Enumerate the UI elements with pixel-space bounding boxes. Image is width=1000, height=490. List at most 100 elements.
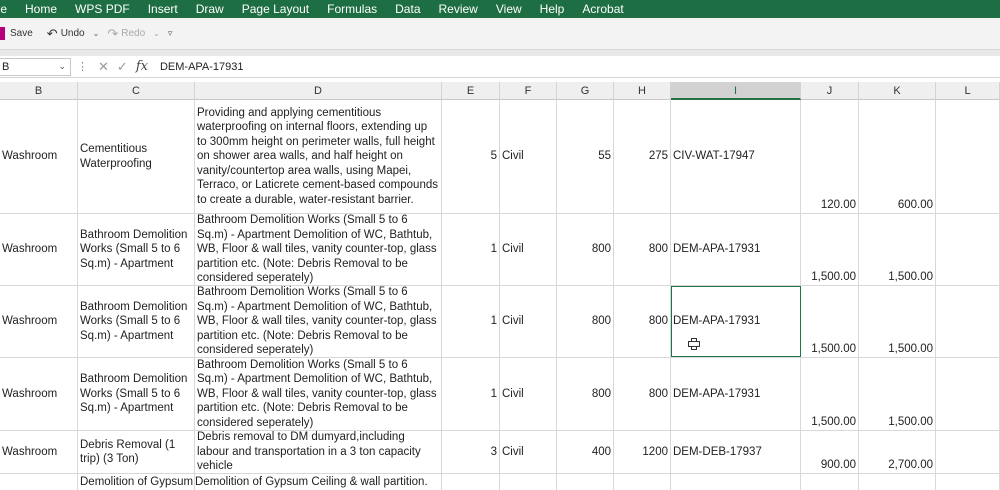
menu-item-data[interactable]: Data — [386, 0, 429, 18]
column-header-d[interactable]: D — [195, 82, 442, 100]
cancel-icon[interactable]: ✕ — [98, 59, 109, 75]
cell-c[interactable]: Bathroom Demolition Works (Small 5 to 6 … — [78, 214, 195, 285]
cell-j[interactable]: 900.00 — [801, 431, 859, 473]
cell-e[interactable]: 5 — [442, 100, 500, 213]
cell-c[interactable]: Bathroom Demolition Works (Small 5 to 6 … — [78, 358, 195, 430]
column-header-h[interactable]: H — [614, 82, 671, 100]
menu-item-review[interactable]: Review — [430, 0, 487, 18]
cell-l[interactable] — [936, 358, 1000, 430]
column-header-f[interactable]: F — [500, 82, 557, 100]
menu-item-help[interactable]: Help — [531, 0, 574, 18]
cell-d[interactable]: Bathroom Demolition Works (Small 5 to 6 … — [195, 214, 442, 285]
cell-h[interactable]: 800 — [614, 358, 671, 430]
cell-f[interactable]: Civil — [500, 286, 557, 357]
cell-g[interactable]: 400 — [557, 431, 614, 473]
redo-dropdown-icon[interactable]: ⌄ — [153, 29, 160, 38]
column-header-c[interactable]: C — [78, 82, 195, 100]
cell-i[interactable]: CIV-WAT-17947 — [671, 100, 801, 213]
cell-k[interactable] — [859, 474, 936, 490]
cell-f[interactable]: Civil — [500, 214, 557, 285]
cell-b[interactable]: Washroom — [0, 286, 78, 357]
cell-g[interactable] — [557, 474, 614, 490]
cell-c[interactable]: Bathroom Demolition Works (Small 5 to 6 … — [78, 286, 195, 357]
cell-j[interactable]: 1,500.00 — [801, 358, 859, 430]
cell-c[interactable]: Cementitious Waterproofing — [78, 100, 195, 213]
cell-d[interactable]: Bathroom Demolition Works (Small 5 to 6 … — [195, 358, 442, 430]
cell-j[interactable]: 120.00 — [801, 100, 859, 213]
column-header-l[interactable]: L — [936, 82, 1000, 100]
cell-g[interactable]: 55 — [557, 100, 614, 213]
cell-b[interactable]: Washroom — [0, 214, 78, 285]
column-header-i[interactable]: I — [671, 82, 801, 100]
cell-f[interactable]: Civil — [500, 100, 557, 213]
column-header-k[interactable]: K — [859, 82, 936, 100]
cell-k[interactable]: 1,500.00 — [859, 214, 936, 285]
redo-button[interactable]: ↷ Redo — [107, 26, 145, 42]
cell-j[interactable]: 1,500.00 — [801, 286, 859, 357]
cell-k[interactable]: 2,700.00 — [859, 431, 936, 473]
column-header-b[interactable]: B — [0, 82, 78, 100]
cell-c[interactable]: Debris Removal (1 trip) (3 Ton) — [78, 431, 195, 473]
menu-item-formulas[interactable]: Formulas — [318, 0, 386, 18]
menu-item-page-layout[interactable]: Page Layout — [233, 0, 318, 18]
cell-f[interactable]: Civil — [500, 358, 557, 430]
column-header-e[interactable]: E — [442, 82, 500, 100]
cell-l[interactable] — [936, 431, 1000, 473]
cell-g[interactable]: 800 — [557, 214, 614, 285]
cell-b[interactable]: Washroom — [0, 431, 78, 473]
enter-icon[interactable]: ✓ — [117, 59, 128, 75]
column-header-g[interactable]: G — [557, 82, 614, 100]
cell-l[interactable] — [936, 214, 1000, 285]
customize-toolbar-icon[interactable]: ▿ — [168, 28, 173, 39]
menu-item-view[interactable]: View — [487, 0, 531, 18]
cell-l[interactable] — [936, 100, 1000, 213]
cell-d[interactable]: Demolition of Gypsum Ceiling & wall part… — [195, 474, 442, 490]
cell-e[interactable]: 1 — [442, 358, 500, 430]
cell-b[interactable]: Washroom — [0, 358, 78, 430]
save-button[interactable]: Save — [0, 27, 33, 40]
cell-e[interactable]: 1 — [442, 286, 500, 357]
cell-g[interactable]: 800 — [557, 286, 614, 357]
cell-k[interactable]: 600.00 — [859, 100, 936, 213]
menu-item-insert[interactable]: Insert — [139, 0, 187, 18]
menu-item-acrobat[interactable]: Acrobat — [573, 0, 632, 18]
cell-e[interactable] — [442, 474, 500, 490]
cell-i[interactable]: DEM-APA-17931 — [671, 358, 801, 430]
menu-item-ile[interactable]: ile — [0, 0, 16, 18]
cell-d[interactable]: Bathroom Demolition Works (Small 5 to 6 … — [195, 286, 442, 357]
cell-f[interactable] — [500, 474, 557, 490]
insert-function-icon[interactable]: fx — [136, 59, 148, 74]
cell-h[interactable]: 275 — [614, 100, 671, 213]
cell-f[interactable]: Civil — [500, 431, 557, 473]
name-box[interactable]: B ⌄ — [0, 57, 71, 76]
cell-h[interactable]: 800 — [614, 214, 671, 285]
cell-l[interactable] — [936, 474, 1000, 490]
quick-access-toolbar: Save ↶ Undo ⌄ ↷ Redo ⌄ ▿ — [0, 18, 1000, 50]
menu-item-wps-pdf[interactable]: WPS PDF — [66, 0, 139, 18]
cell-d[interactable]: Debris removal to DM dumyard,including l… — [195, 431, 442, 473]
column-header-j[interactable]: J — [801, 82, 859, 100]
cell-k[interactable]: 1,500.00 — [859, 358, 936, 430]
cell-l[interactable] — [936, 286, 1000, 357]
cell-h[interactable]: 800 — [614, 286, 671, 357]
cell-i[interactable]: DEM-DEB-17937 — [671, 431, 801, 473]
formula-input[interactable]: DEM-APA-17931 — [160, 61, 244, 73]
cell-e[interactable]: 3 — [442, 431, 500, 473]
cell-c[interactable]: Demolition of Gypsum — [78, 474, 195, 490]
menu-item-home[interactable]: Home — [16, 0, 66, 18]
cell-i[interactable] — [671, 474, 801, 490]
menu-item-draw[interactable]: Draw — [187, 0, 233, 18]
cell-i[interactable]: DEM-APA-17931 — [671, 214, 801, 285]
cell-b[interactable]: Washroom — [0, 100, 78, 213]
cell-g[interactable]: 800 — [557, 358, 614, 430]
cell-d[interactable]: Providing and applying cementitious wate… — [195, 100, 442, 213]
cell-j[interactable] — [801, 474, 859, 490]
cell-e[interactable]: 1 — [442, 214, 500, 285]
undo-dropdown-icon[interactable]: ⌄ — [93, 29, 100, 38]
cell-j[interactable]: 1,500.00 — [801, 214, 859, 285]
cell-b[interactable] — [0, 474, 78, 490]
cell-k[interactable]: 1,500.00 — [859, 286, 936, 357]
undo-button[interactable]: ↶ Undo — [47, 26, 85, 42]
cell-h[interactable] — [614, 474, 671, 490]
cell-h[interactable]: 1200 — [614, 431, 671, 473]
